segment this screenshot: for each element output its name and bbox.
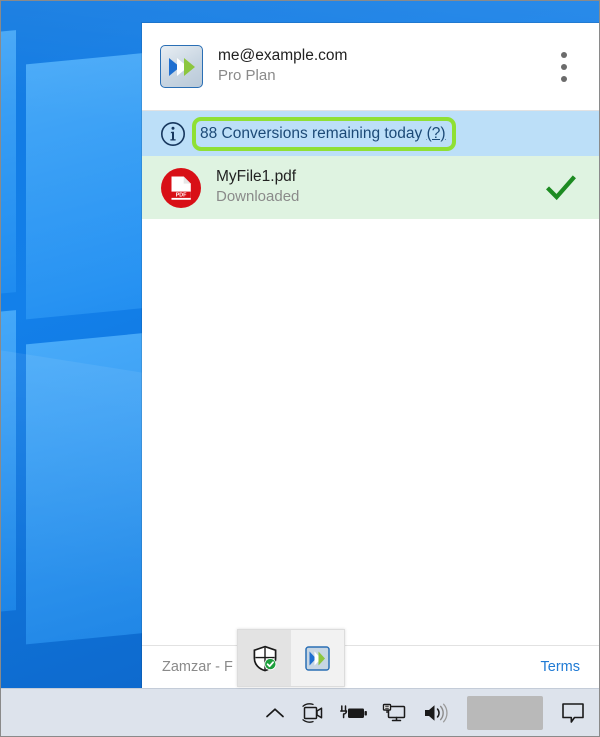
green-checkmark-icon — [546, 174, 576, 200]
screen: me@example.com Pro Plan 88 Conversions r… — [0, 0, 600, 737]
app-header: me@example.com Pro Plan — [142, 23, 599, 111]
conversions-remaining-label[interactable]: 88 Conversions remaining today (?) — [200, 125, 446, 143]
conversions-help-link[interactable]: (?) — [427, 125, 446, 142]
notification-bubble-icon — [562, 702, 584, 723]
file-list-empty-area — [142, 219, 599, 645]
terms-link[interactable]: Terms — [541, 659, 580, 675]
conversions-remaining-group[interactable]: 88 Conversions remaining today (?) — [192, 116, 456, 151]
wallpaper-pane-bottom-left — [1, 310, 16, 628]
account-info: me@example.com Pro Plan — [218, 47, 347, 85]
windows-security-shield-icon — [253, 645, 276, 671]
info-circle-icon — [161, 121, 185, 146]
app-footer: Zamzar - F Terms — [142, 645, 599, 688]
chevron-up-icon — [266, 707, 284, 717]
account-email: me@example.com — [218, 47, 348, 65]
footer-brand-label: Zamzar - F — [162, 659, 233, 675]
taskbar-clock[interactable] — [467, 695, 543, 730]
kebab-dot — [561, 63, 567, 70]
network-monitor-icon — [382, 703, 406, 721]
file-name: MyFile1.pdf — [216, 168, 297, 186]
kebab-dot — [561, 51, 567, 58]
kebab-dot — [561, 75, 567, 82]
svg-text:PDF: PDF — [176, 192, 187, 198]
tray-overflow-flyout — [237, 629, 345, 687]
zamzar-app-panel: me@example.com Pro Plan 88 Conversions r… — [142, 23, 599, 688]
zamzar-logo-icon — [160, 45, 203, 88]
file-list-item[interactable]: PDF MyFile1.pdf Downloaded — [142, 156, 599, 219]
camera-icon — [302, 702, 323, 723]
tray-network-button[interactable] — [375, 689, 415, 737]
conversions-info-bar: 88 Conversions remaining today (?) — [142, 111, 599, 156]
tray-camera-button[interactable] — [293, 689, 333, 737]
tray-item-windows-security[interactable] — [238, 630, 291, 686]
conversions-remaining-text: 88 Conversions remaining today — [200, 124, 423, 142]
tray-battery-button[interactable] — [333, 689, 375, 737]
wallpaper-pane-top-left — [1, 30, 16, 310]
tray-volume-button[interactable] — [415, 689, 457, 737]
tray-item-zamzar[interactable] — [291, 630, 344, 686]
windows-taskbar — [1, 688, 599, 737]
account-plan: Pro Plan — [218, 67, 276, 85]
battery-charging-icon — [340, 704, 367, 718]
file-status: Downloaded — [216, 188, 300, 206]
speaker-volume-icon — [425, 703, 448, 722]
zamzar-double-chevron-icon — [305, 645, 330, 671]
action-center-button[interactable] — [553, 689, 593, 737]
kebab-menu-icon[interactable] — [557, 48, 571, 86]
file-info: MyFile1.pdf Downloaded — [216, 168, 544, 206]
show-hidden-icons-button[interactable] — [257, 689, 293, 737]
pdf-file-icon: PDF — [161, 167, 201, 208]
